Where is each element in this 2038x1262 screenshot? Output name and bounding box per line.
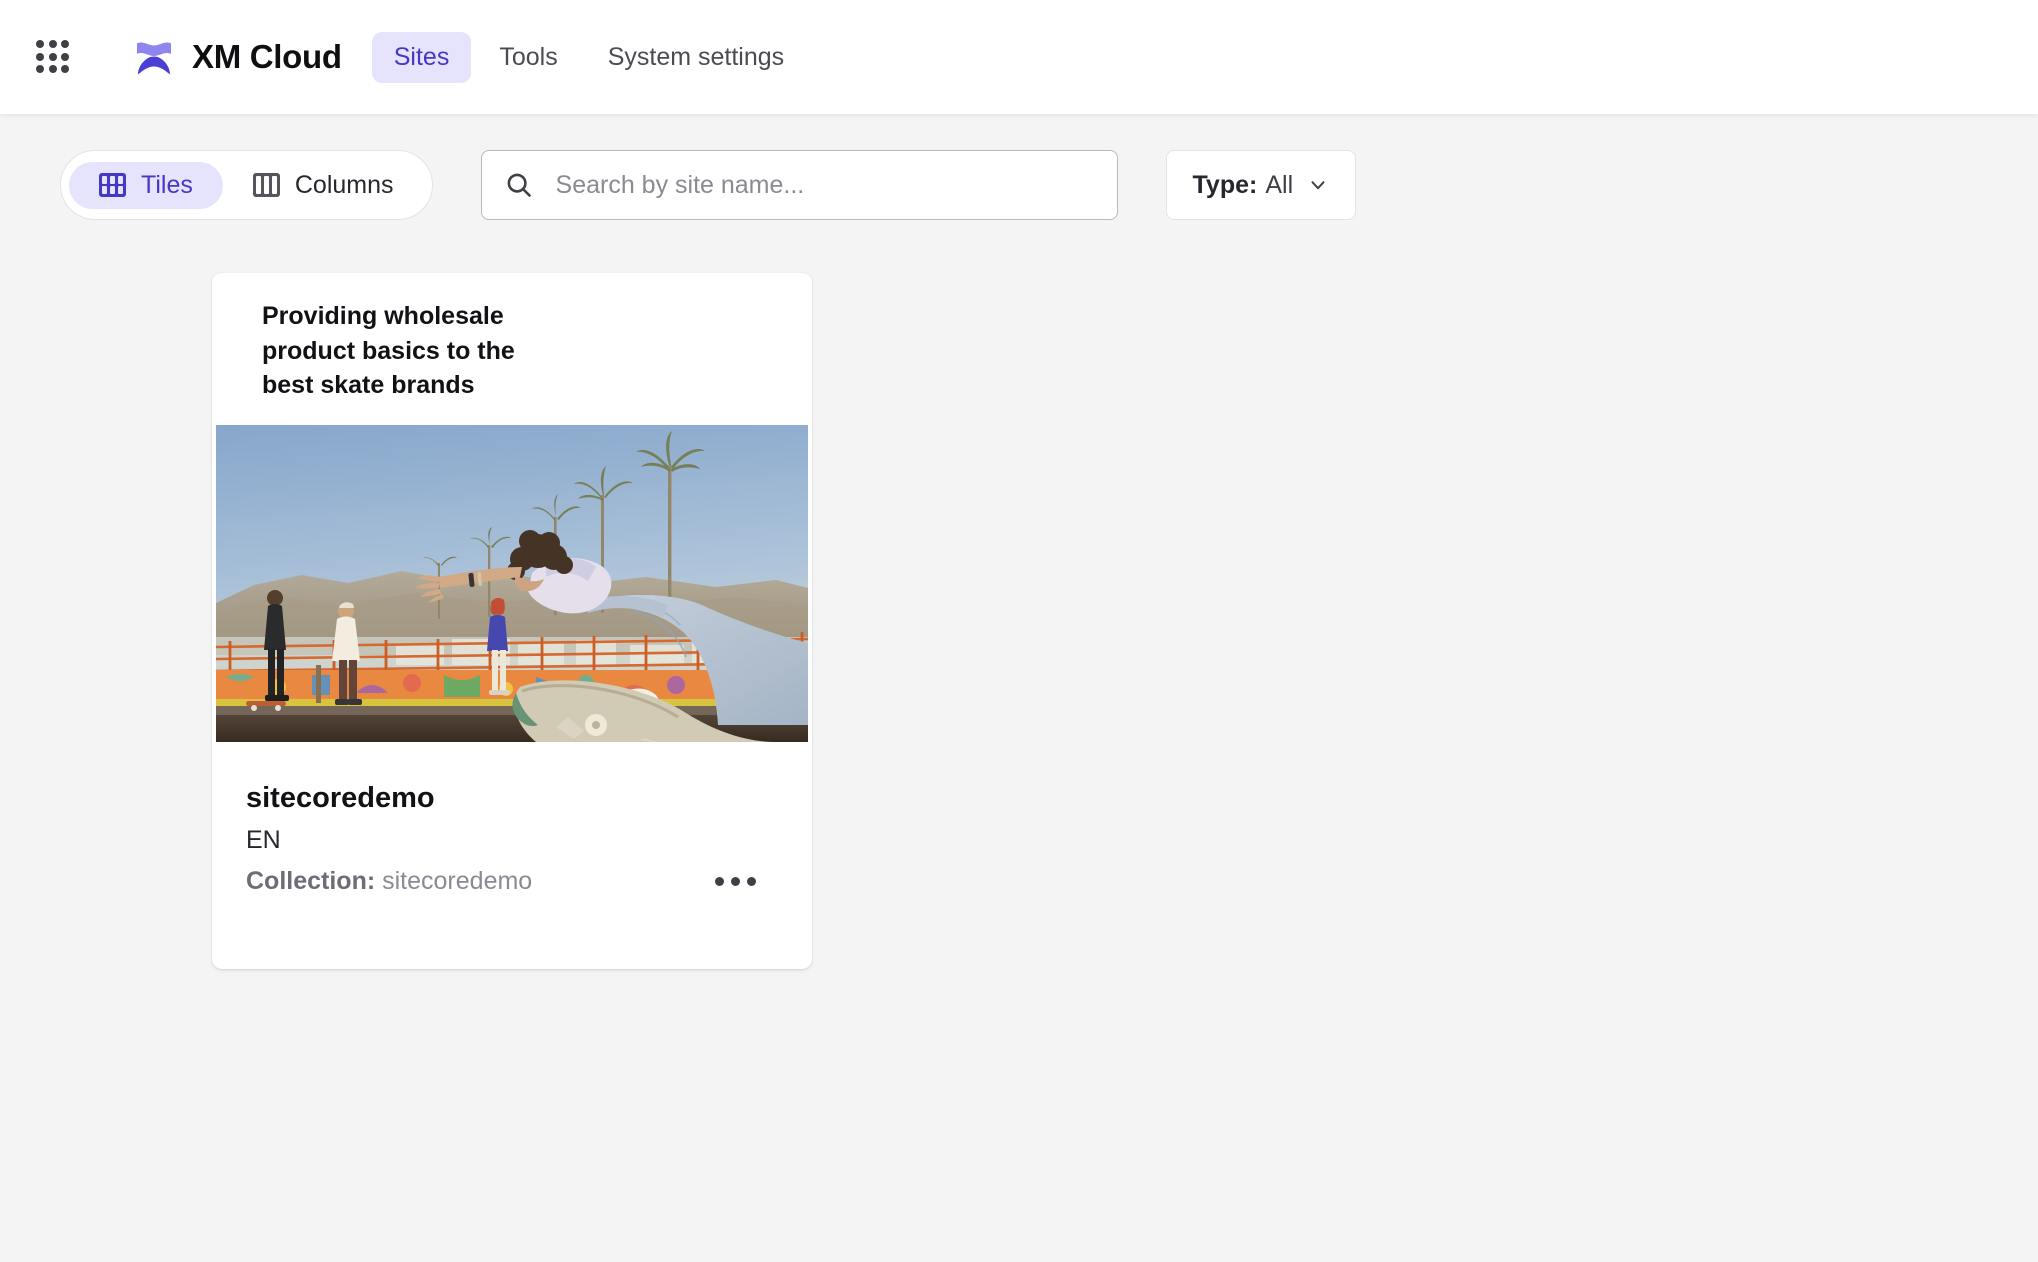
more-options-dot bbox=[731, 877, 740, 887]
apps-grid-dot bbox=[36, 40, 44, 48]
apps-grid-dot bbox=[36, 65, 44, 74]
apps-grid-dot bbox=[48, 40, 57, 48]
brand-name: XM Cloud bbox=[192, 38, 342, 75]
apps-grid-icon[interactable] bbox=[30, 34, 76, 80]
site-card-body: sitecoredemo EN Collection: sitecoredemo bbox=[212, 742, 812, 898]
site-language: EN bbox=[246, 825, 281, 854]
chevron-down-icon bbox=[1311, 181, 1325, 190]
site-name: sitecoredemo bbox=[246, 781, 435, 814]
site-collection: Collection: sitecoredemo bbox=[246, 866, 532, 897]
apps-grid-dot bbox=[61, 52, 70, 61]
site-grid: Providing wholesale product basics to th… bbox=[0, 220, 2038, 970]
site-collection-label: Collection: bbox=[246, 867, 376, 895]
site-collection-value: sitecoredemo bbox=[382, 867, 533, 895]
site-card-headline: Providing wholesale product basics to th… bbox=[262, 302, 515, 399]
site-card-thumbnail bbox=[216, 424, 808, 742]
toolbar: Tiles Columns Type: All bbox=[0, 114, 2038, 220]
type-filter-label: Type: bbox=[1192, 170, 1258, 199]
search-icon bbox=[507, 173, 531, 197]
apps-grid-dot bbox=[48, 52, 57, 61]
skatepark-photo bbox=[216, 424, 808, 742]
content-area: Tiles Columns Type: All bbox=[0, 114, 2038, 970]
view-toggle-columns[interactable]: Columns bbox=[223, 162, 424, 209]
apps-grid-dot bbox=[61, 65, 70, 74]
apps-grid-dot bbox=[48, 65, 57, 74]
view-toggle-columns-label: Columns bbox=[294, 170, 394, 199]
main-nav: Sites Tools System settings bbox=[371, 31, 806, 83]
nav-item-system-settings[interactable]: System settings bbox=[586, 32, 806, 83]
site-card[interactable]: Providing wholesale product basics to th… bbox=[212, 273, 812, 970]
type-filter-value: All bbox=[1265, 170, 1294, 199]
apps-grid-dot bbox=[36, 52, 44, 61]
apps-grid-dot bbox=[61, 40, 70, 48]
sitecore-logo-icon bbox=[137, 42, 171, 75]
app-header: XM Cloud Sites Tools System settings bbox=[0, 0, 2038, 114]
nav-item-sites[interactable]: Sites bbox=[371, 31, 472, 83]
search-input[interactable] bbox=[555, 170, 1117, 200]
more-options-dot bbox=[715, 877, 724, 887]
search-box[interactable] bbox=[480, 150, 1118, 220]
type-filter-dropdown[interactable]: Type: All bbox=[1165, 150, 1357, 220]
view-toggle-tiles-label: Tiles bbox=[141, 170, 193, 199]
view-mode-toggle: Tiles Columns bbox=[60, 150, 433, 220]
site-collection-row: Collection: sitecoredemo bbox=[246, 866, 772, 897]
view-toggle-tiles[interactable]: Tiles bbox=[69, 161, 223, 209]
columns-icon bbox=[252, 173, 280, 197]
nav-item-tools[interactable]: Tools bbox=[477, 32, 579, 83]
more-options-icon[interactable] bbox=[703, 867, 768, 896]
more-options-dot bbox=[747, 877, 756, 887]
tiles-icon bbox=[99, 173, 126, 197]
brand-home-link[interactable]: XM Cloud bbox=[130, 33, 342, 81]
